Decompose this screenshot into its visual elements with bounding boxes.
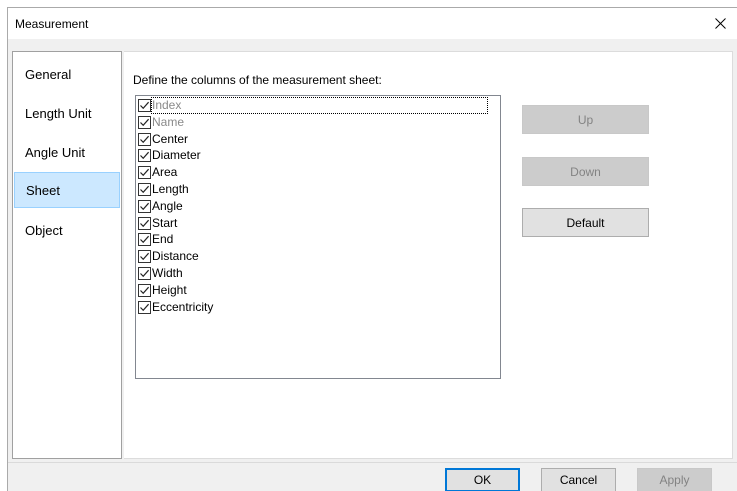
column-checkbox[interactable]: [138, 132, 151, 146]
up-button[interactable]: Up: [522, 105, 649, 134]
column-checkbox[interactable]: [138, 216, 151, 230]
nav-item-label: Object: [25, 222, 63, 238]
nav-item-label: General: [25, 66, 72, 82]
column-item-length[interactable]: Length: [138, 181, 498, 198]
column-checkbox[interactable]: [138, 300, 151, 314]
column-item-label: Index: [150, 97, 489, 114]
column-item-label: Angle: [152, 198, 183, 213]
column-item-label: Eccentricity: [152, 299, 214, 314]
nav-item-label: Angle Unit: [25, 144, 85, 160]
close-button[interactable]: [703, 8, 737, 39]
column-item-diameter[interactable]: Diameter: [138, 147, 498, 164]
column-checkbox[interactable]: [138, 166, 151, 180]
checkmark-icon: [140, 286, 150, 294]
category-list: General Length Unit Angle Unit Sheet Object: [12, 51, 122, 459]
down-button[interactable]: Down: [522, 157, 649, 186]
default-button[interactable]: Default: [522, 208, 649, 237]
checkmark-icon: [140, 303, 150, 311]
checkmark-icon: [140, 252, 150, 261]
column-item-height[interactable]: Height: [138, 282, 498, 299]
column-item-width[interactable]: Width: [138, 265, 498, 282]
column-item-label: Length: [152, 182, 189, 196]
column-item-label: Area: [152, 165, 178, 180]
cancel-button[interactable]: Cancel: [541, 468, 616, 491]
column-item-label: Height: [152, 282, 187, 297]
column-checkbox[interactable]: [138, 99, 151, 112]
instruction-label: Define the columns of the measurement sh…: [133, 73, 382, 87]
ok-button[interactable]: OK: [445, 468, 520, 491]
checkmark-icon: [140, 135, 150, 143]
checkmark-icon: [140, 168, 150, 177]
column-checkbox[interactable]: [138, 199, 151, 213]
column-item-name[interactable]: Name: [138, 114, 498, 131]
column-checkbox[interactable]: [138, 283, 151, 297]
nav-item-label: Length Unit: [25, 105, 92, 121]
column-checkbox[interactable]: [138, 115, 151, 129]
checkmark-icon: [140, 219, 150, 227]
checkmark-icon: [140, 185, 150, 194]
column-item-area[interactable]: Area: [138, 164, 498, 181]
title-bar: Measurement: [8, 8, 737, 39]
column-item-center[interactable]: Center: [138, 131, 498, 148]
dialog-body: General Length Unit Angle Unit Sheet Object …: [8, 39, 737, 462]
nav-item-sheet[interactable]: Sheet: [14, 172, 120, 208]
column-item-label: Start: [152, 215, 178, 230]
column-checkbox[interactable]: [138, 233, 151, 247]
columns-checklist[interactable]: Index Name Center Diameter Area Length Angle St…: [135, 95, 501, 379]
column-item-start[interactable]: Start: [138, 215, 498, 232]
column-item-label: Diameter: [152, 148, 201, 163]
checkmark-icon: [140, 152, 150, 160]
column-item-end[interactable]: End: [138, 231, 498, 248]
nav-item-general[interactable]: General: [14, 56, 120, 92]
column-checkbox[interactable]: [138, 183, 151, 196]
close-icon: [714, 18, 726, 29]
column-checkbox[interactable]: [138, 250, 151, 264]
column-checkbox[interactable]: [138, 149, 151, 163]
checkmark-icon: [140, 101, 150, 110]
column-item-label: Name: [152, 114, 185, 129]
nav-item-label: Sheet: [26, 182, 60, 198]
checkmark-icon: [140, 202, 150, 210]
column-item-index[interactable]: Index: [138, 97, 498, 114]
column-item-label: Distance: [152, 249, 199, 264]
column-item-label: Width: [152, 266, 183, 280]
column-item-angle[interactable]: Angle: [138, 198, 498, 215]
checkmark-icon: [140, 118, 150, 126]
apply-button[interactable]: Apply: [637, 468, 712, 491]
nav-item-angle-unit[interactable]: Angle Unit: [14, 134, 120, 170]
column-item-eccentricity[interactable]: Eccentricity: [138, 299, 498, 316]
column-item-label: Center: [152, 131, 189, 146]
column-item-distance[interactable]: Distance: [138, 248, 498, 265]
nav-item-length-unit[interactable]: Length Unit: [14, 95, 120, 131]
window-title: Measurement: [15, 17, 89, 31]
measurement-dialog: Measurement General Length Unit Angle Unit…: [7, 7, 737, 491]
checkmark-icon: [140, 236, 150, 244]
dialog-footer: OK Cancel Apply: [8, 462, 737, 491]
sheet-page: Define the columns of the measurement sh…: [124, 51, 733, 459]
checkmark-icon: [140, 269, 150, 278]
column-item-label: End: [152, 232, 174, 247]
column-checkbox[interactable]: [138, 267, 151, 280]
nav-item-object[interactable]: Object: [14, 212, 120, 248]
